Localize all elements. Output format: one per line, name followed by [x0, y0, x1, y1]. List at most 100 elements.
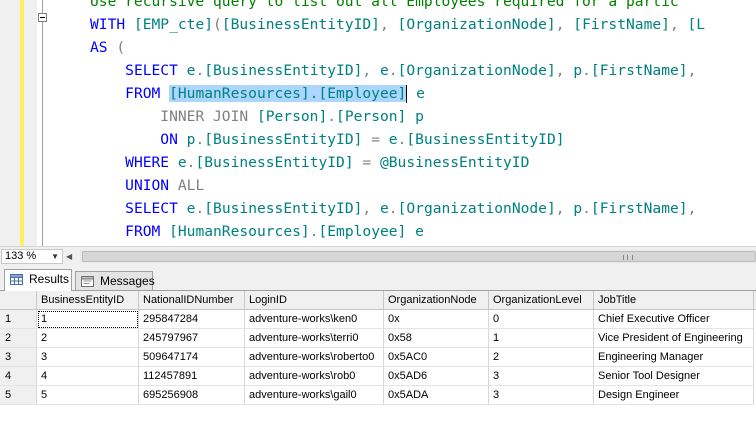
column-header-businessentityid[interactable]: BusinessEntityID — [37, 291, 139, 310]
column-header-nationalidnumber[interactable]: NationalIDNumber — [139, 291, 245, 310]
code-line[interactable]: UNION ALL — [90, 174, 204, 197]
column-header-organizationlevel[interactable]: OrganizationLevel — [489, 291, 594, 310]
code-token: [OrganizationNode] — [397, 62, 556, 79]
code-token: ON — [160, 131, 187, 148]
code-line[interactable]: INNER JOIN [Person].[Person] p — [90, 105, 424, 128]
code-token: [BusinessEntityID] — [195, 154, 354, 171]
grid-cell[interactable]: adventure-works\ken0 — [245, 310, 384, 329]
table-row[interactable]: 2 2 245797967 adventure-works\terri0 0x58 1 Vi… — [0, 329, 756, 348]
grid-cell[interactable]: adventure-works\rob0 — [245, 367, 384, 386]
grid-cell[interactable]: 0x5ADA — [384, 386, 489, 405]
code-token: [BusinessEntityID] — [221, 16, 380, 33]
corner-cell[interactable] — [0, 291, 37, 310]
code-token: . — [582, 62, 591, 79]
code-token: [BusinessEntityID] — [204, 62, 363, 79]
code-line[interactable]: FROM [HumanResources].[Employee] e — [90, 82, 425, 105]
tab-messages[interactable]: Messages — [75, 271, 155, 290]
grid-cell[interactable]: Engineering Manager — [594, 348, 754, 367]
column-header-jobtitle[interactable]: JobTitle — [594, 291, 754, 310]
table-row[interactable]: 3 3 509647174 adventure-works\roberto0 0x5AC… — [0, 348, 756, 367]
code-line[interactable]: FROM [HumanResources].[Employee] e — [90, 220, 424, 243]
column-header-organizationnode[interactable]: OrganizationNode — [384, 291, 489, 310]
tab-results[interactable]: Results — [4, 269, 72, 291]
grid-icon — [10, 274, 23, 285]
results-tab-strip: Results Messages — [0, 265, 756, 291]
grid-cell[interactable]: 0x5AD6 — [384, 367, 489, 386]
code-token: , — [687, 200, 697, 217]
row-number[interactable]: 5 — [0, 386, 37, 405]
table-row[interactable]: 1 1 295847284 adventure-works\ken0 0x 0 Chief … — [0, 310, 756, 329]
column-header-loginid[interactable]: LoginID — [245, 291, 384, 310]
table-row[interactable]: 4 4 112457891 adventure-works\rob0 0x5AD6 3 Se… — [0, 367, 756, 386]
code-token: [HumanResources] — [169, 223, 310, 240]
grid-cell[interactable]: 4 — [37, 367, 139, 386]
grid-cell[interactable]: 0 — [489, 310, 594, 329]
code-line[interactable]: AS ( — [90, 36, 125, 59]
grid-cell[interactable]: 2 — [489, 348, 594, 367]
row-number[interactable]: 3 — [0, 348, 37, 367]
code-token: , — [362, 200, 380, 217]
code-token: , — [362, 62, 380, 79]
grid-cell[interactable]: 509647174 — [139, 348, 245, 367]
code-line[interactable]: WHERE e.[BusinessEntityID] = @BusinessEn… — [90, 151, 529, 174]
grid-cell[interactable]: 1 — [489, 329, 594, 348]
grid-cell[interactable]: Senior Tool Designer — [594, 367, 754, 386]
code-token: = — [362, 131, 389, 148]
grid-cell[interactable]: 3 — [489, 386, 594, 405]
grid-cell[interactable]: 245797967 — [139, 329, 245, 348]
grid-cell[interactable]: adventure-works\gail0 — [245, 386, 384, 405]
collapse-toggle-icon[interactable] — [38, 13, 47, 22]
grid-cell[interactable]: 1 — [37, 310, 139, 329]
code-token: e — [407, 85, 425, 102]
zoom-select[interactable]: 133 % ▼ — [1, 249, 63, 264]
grid-cell[interactable]: adventure-works\terri0 — [245, 329, 384, 348]
grid-cell[interactable]: adventure-works\roberto0 — [245, 348, 384, 367]
change-tracking-bar — [20, 0, 24, 246]
grid-cell[interactable]: 695256908 — [139, 386, 245, 405]
code-line[interactable]: WITH [EMP_cte]([BusinessEntityID], [Orga… — [90, 13, 705, 36]
code-token: . — [388, 200, 398, 217]
zoom-value: 133 % — [5, 250, 37, 262]
code-token: [Person] — [256, 108, 328, 125]
code-token: [Employee] — [318, 223, 407, 240]
results-grid[interactable]: BusinessEntityID NationalIDNumber LoginI… — [0, 290, 756, 436]
grid-cell[interactable]: 3 — [489, 367, 594, 386]
code-token: e — [406, 223, 424, 240]
row-number[interactable]: 4 — [0, 367, 37, 386]
grid-cell[interactable]: 295847284 — [139, 310, 245, 329]
grid-cell[interactable]: 3 — [37, 348, 139, 367]
grid-header-row: BusinessEntityID NationalIDNumber LoginI… — [0, 291, 756, 310]
grid-cell[interactable]: Design Engineer — [594, 386, 754, 405]
grid-cell[interactable]: 0x — [384, 310, 489, 329]
code-line[interactable]: SELECT e.[BusinessEntityID], e.[Organiza… — [90, 197, 696, 220]
code-line[interactable]: Use recursive query to list out all Empl… — [90, 0, 679, 13]
table-row[interactable]: 5 5 695256908 adventure-works\gail0 0x5ADA 3 D… — [0, 386, 756, 405]
grid-cell[interactable]: Chief Executive Officer — [594, 310, 754, 329]
query-editor[interactable]: Use recursive query to list out all Empl… — [0, 0, 756, 246]
scroll-grip-icon — [623, 255, 633, 260]
code-line[interactable]: ON p.[BusinessEntityID] = e.[BusinessEnt… — [90, 128, 565, 151]
grid-cell[interactable]: 0x58 — [384, 329, 489, 348]
code-token: e — [380, 200, 389, 217]
row-number[interactable]: 2 — [0, 329, 37, 348]
code-token: [BusinessEntityID] — [406, 131, 565, 148]
code-token: ( — [116, 39, 126, 56]
code-token: [OrganizationNode] — [397, 16, 556, 33]
scroll-left-icon[interactable]: ◀ — [66, 250, 76, 263]
grid-cell[interactable]: 0x5AC0 — [384, 348, 489, 367]
grid-cell[interactable]: 2 — [37, 329, 139, 348]
dropdown-arrow-icon[interactable]: ▼ — [51, 250, 59, 263]
grid-cell[interactable]: Vice President of Engineering — [594, 329, 754, 348]
code-token: UNION — [125, 177, 178, 194]
horizontal-scroll-thumb[interactable] — [82, 251, 756, 262]
code-token: INNER JOIN — [160, 108, 257, 125]
row-number[interactable]: 1 — [0, 310, 37, 329]
code-line[interactable]: SELECT e.[BusinessEntityID], e.[Organiza… — [90, 59, 696, 82]
grid-cell[interactable]: 112457891 — [139, 367, 245, 386]
grid-cell[interactable]: 5 — [37, 386, 139, 405]
code-token: [BusinessEntityID] — [204, 200, 363, 217]
